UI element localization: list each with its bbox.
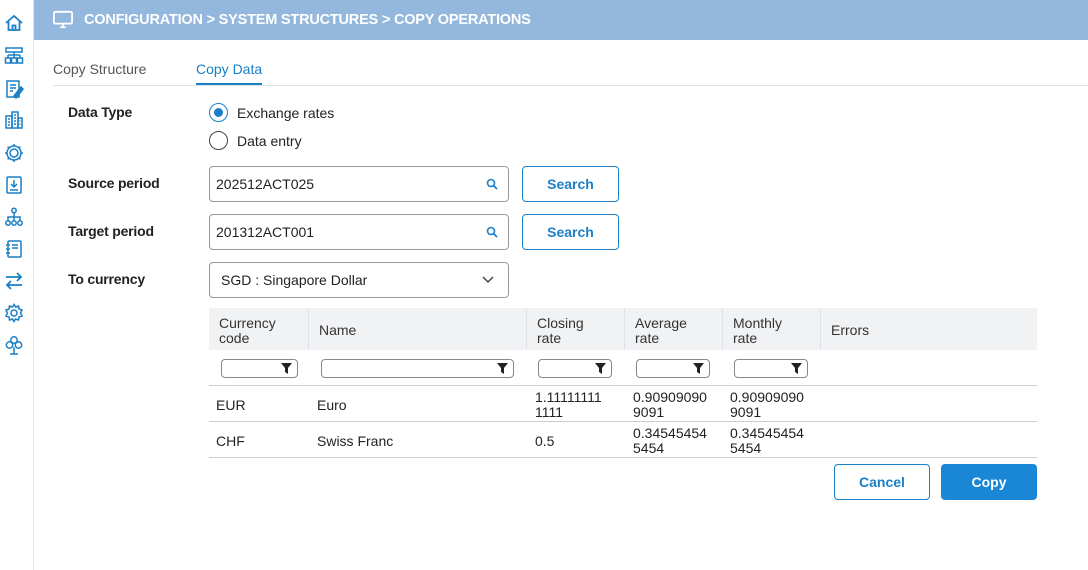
filter-currency-code[interactable] — [221, 359, 298, 378]
tab-bar: Copy Structure Copy Data — [53, 58, 1088, 86]
radio-dot — [214, 108, 223, 117]
cell-closing-rate: 0.5 — [535, 433, 555, 449]
header-line: Average — [635, 315, 687, 331]
filter-monthly-rate[interactable] — [734, 359, 808, 378]
column-header-closing-rate[interactable]: Closing rate — [527, 308, 625, 350]
cell-name: Swiss Franc — [317, 433, 394, 449]
monitor-icon — [52, 9, 76, 31]
table-row[interactable]: EUR Euro 1.11111111 1111 0.90909090 9091… — [209, 386, 1037, 422]
cell-line: 0.90909090 — [730, 389, 804, 405]
source-period-field[interactable] — [209, 166, 509, 202]
cell-line: 0.34545454 — [730, 425, 804, 441]
tab-copy-structure[interactable]: Copy Structure — [53, 61, 146, 83]
target-period-field[interactable] — [209, 214, 509, 250]
source-search-button[interactable]: Search — [522, 166, 619, 202]
column-header-monthly-rate[interactable]: Monthly rate — [723, 308, 821, 350]
column-header-name[interactable]: Name — [309, 308, 527, 350]
radio-circle[interactable] — [209, 131, 228, 150]
cell-line: 5454 — [730, 440, 762, 456]
cell-currency-code: EUR — [216, 397, 246, 413]
to-currency-label: To currency — [68, 271, 145, 287]
to-currency-value: SGD : Singapore Dollar — [221, 272, 368, 288]
cancel-button[interactable]: Cancel — [834, 464, 930, 500]
cell-monthly-rate: 0.34545454 5454 — [730, 426, 804, 456]
breadcrumb: CONFIGURATION > SYSTEM STRUCTURES > COPY… — [84, 12, 531, 28]
cell-average-rate: 0.34545454 5454 — [633, 426, 707, 456]
home-icon[interactable] — [3, 12, 25, 34]
column-header-currency-code[interactable]: Currency code — [209, 308, 309, 350]
table-row[interactable]: CHF Swiss Franc 0.5 0.34545454 5454 0.34… — [209, 422, 1037, 458]
cell-line: 0.90909090 — [633, 389, 707, 405]
header-line: rate — [537, 330, 562, 346]
cell-name: Euro — [317, 397, 347, 413]
tab-copy-data[interactable]: Copy Data — [196, 61, 263, 85]
filter-icon[interactable] — [693, 363, 704, 374]
notebook-icon[interactable] — [3, 238, 25, 260]
source-period-input[interactable] — [216, 176, 476, 192]
hierarchy-icon[interactable] — [3, 206, 25, 228]
chevron-down-icon — [482, 276, 494, 284]
header-line: code — [219, 330, 250, 346]
column-header-errors[interactable]: Errors — [821, 308, 1037, 350]
filter-icon[interactable] — [595, 363, 606, 374]
page-header: CONFIGURATION > SYSTEM STRUCTURES > COPY… — [34, 0, 1088, 40]
settings-gear-icon[interactable] — [3, 302, 25, 324]
cell-line: 1.11111111 — [535, 389, 602, 405]
data-type-label: Data Type — [68, 104, 133, 120]
header-line: rate — [635, 330, 660, 346]
cell-line: 5454 — [633, 440, 665, 456]
structure-icon[interactable] — [3, 45, 25, 67]
to-currency-select[interactable]: SGD : Singapore Dollar — [209, 262, 509, 298]
header-line: Errors — [831, 322, 870, 338]
cell-line: 1111 — [535, 404, 564, 420]
filter-icon[interactable] — [791, 363, 802, 374]
target-period-input[interactable] — [216, 224, 476, 240]
source-period-label: Source period — [68, 175, 160, 191]
world-gear-icon[interactable] — [3, 142, 25, 164]
filter-icon[interactable] — [497, 363, 508, 374]
radio-data-entry[interactable]: Data entry — [209, 131, 302, 150]
table-header: Currency code Name Closing rate Average … — [209, 308, 1037, 350]
cell-average-rate: 0.90909090 9091 — [633, 390, 707, 420]
copy-button[interactable]: Copy — [941, 464, 1037, 500]
filter-average-rate[interactable] — [636, 359, 710, 378]
flower-icon[interactable] — [3, 334, 25, 356]
cell-monthly-rate: 0.90909090 9091 — [730, 390, 804, 420]
search-icon[interactable] — [486, 178, 498, 190]
radio-exchange-rates[interactable]: Exchange rates — [209, 103, 334, 122]
filter-row — [209, 350, 1037, 386]
search-icon[interactable] — [486, 226, 498, 238]
edit-document-icon[interactable] — [3, 78, 25, 100]
cell-line: 0.34545454 — [633, 425, 707, 441]
filter-closing-rate[interactable] — [538, 359, 612, 378]
cell-currency-code: CHF — [216, 433, 245, 449]
header-line: Currency — [219, 315, 276, 331]
header-line: rate — [733, 330, 758, 346]
radio-label: Data entry — [237, 132, 302, 149]
cell-line: 9091 — [730, 404, 762, 420]
target-period-label: Target period — [68, 223, 154, 239]
cell-closing-rate: 1.11111111 1111 — [535, 390, 602, 420]
download-document-icon[interactable] — [3, 174, 25, 196]
target-search-button[interactable]: Search — [522, 214, 619, 250]
radio-label: Exchange rates — [237, 104, 335, 121]
header-line: Name — [319, 322, 357, 338]
sidebar — [0, 0, 34, 570]
header-line: Closing — [537, 315, 584, 331]
transfer-arrows-icon[interactable] — [3, 270, 25, 292]
buildings-icon[interactable] — [3, 109, 25, 131]
header-line: Monthly — [733, 315, 783, 331]
cell-line: 9091 — [633, 404, 665, 420]
filter-name[interactable] — [321, 359, 514, 378]
radio-circle[interactable] — [209, 103, 228, 122]
filter-icon[interactable] — [281, 363, 292, 374]
column-header-average-rate[interactable]: Average rate — [625, 308, 723, 350]
